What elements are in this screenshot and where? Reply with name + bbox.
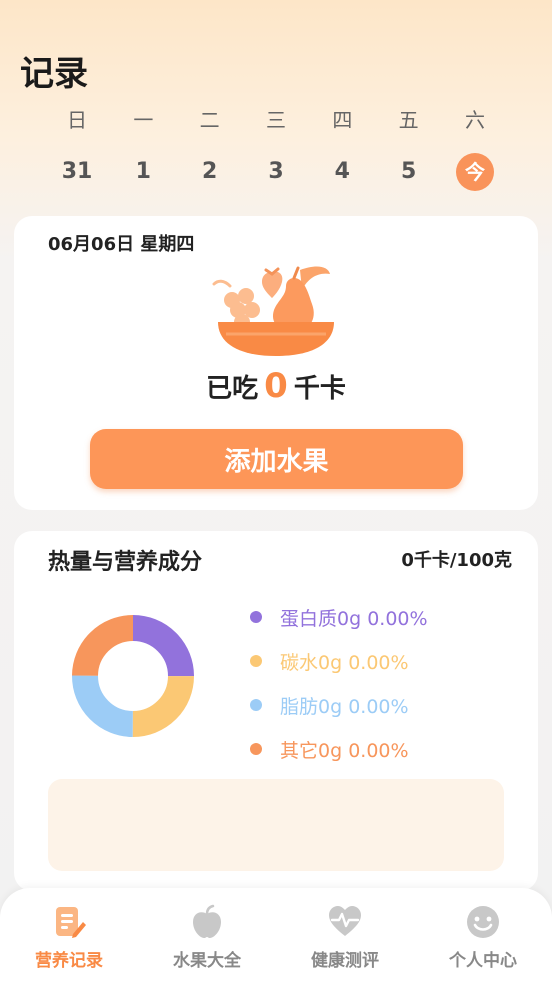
bottom-tab-bar: 营养记录 水果大全 健康测评 个人中心: [0, 888, 552, 983]
legend-label: 脂肪0g 0.00%: [280, 695, 409, 718]
tab-personal-center[interactable]: 个人中心: [414, 888, 552, 983]
eaten-value: 0: [264, 366, 288, 406]
legend-item-protein: 蛋白质0g 0.00%: [250, 595, 428, 639]
legend-item-other: 其它0g 0.00%: [250, 727, 428, 771]
tab-nutrition-record[interactable]: 营养记录: [0, 888, 138, 983]
nutrition-card: 热量与营养成分 0千卡/100克 蛋白质0g 0.00% 碳水0g 0.00% …: [14, 531, 538, 891]
daily-summary-card: 06月06日 星期四 已吃 0 千卡 添加水果: [14, 216, 538, 510]
add-fruit-button[interactable]: 添加水果: [90, 429, 463, 489]
calories-eaten: 已吃 0 千卡: [14, 366, 538, 406]
weekday-label: 四: [332, 108, 353, 132]
tab-label: 个人中心: [449, 951, 517, 971]
weekday-label: 五: [398, 108, 419, 132]
legend-dot: [250, 611, 262, 623]
tab-label: 水果大全: [173, 951, 241, 971]
nutrition-legend: 蛋白质0g 0.00% 碳水0g 0.00% 脂肪0g 0.00% 其它0g 0…: [250, 595, 428, 771]
weekday-label: 一: [133, 108, 154, 132]
legend-item-carbs: 碳水0g 0.00%: [250, 639, 428, 683]
legend-item-fat: 脂肪0g 0.00%: [250, 683, 428, 727]
page-title: 记录: [20, 54, 88, 94]
nutrition-total: 0千卡/100克: [401, 550, 512, 571]
legend-label: 碳水0g 0.00%: [280, 651, 409, 674]
selected-date: 06月06日 星期四: [48, 234, 195, 255]
nutrition-detail-panel: [48, 779, 504, 871]
weekday-label: 二: [199, 108, 220, 132]
apple-icon: [193, 904, 221, 938]
weekday-header: 日 一 二 三 四 五 六: [44, 104, 508, 133]
tab-label: 健康测评: [311, 951, 379, 971]
heart-pulse-icon: [329, 906, 361, 936]
tab-label: 营养记录: [35, 951, 103, 971]
calendar-day[interactable]: 3: [243, 152, 309, 192]
weekday-label: 三: [265, 108, 286, 132]
legend-dot: [250, 655, 262, 667]
tab-fruit-catalog[interactable]: 水果大全: [138, 888, 276, 983]
tab-health-assessment[interactable]: 健康测评: [276, 888, 414, 983]
nutrition-title: 热量与营养成分: [48, 550, 203, 575]
legend-label: 其它0g 0.00%: [280, 739, 409, 762]
legend-label: 蛋白质0g 0.00%: [280, 607, 428, 630]
calendar-day-today[interactable]: 今: [455, 153, 494, 191]
nutrition-donut-chart: [72, 615, 194, 737]
week-days: 31 1 2 3 4 5 今: [44, 152, 508, 192]
calendar-day[interactable]: 5: [376, 152, 442, 192]
calendar-day[interactable]: 4: [309, 152, 375, 192]
weekday-label: 六: [464, 108, 485, 132]
fruit-basket-icon: [212, 266, 334, 356]
legend-dot: [250, 743, 262, 755]
calendar-day[interactable]: 1: [110, 152, 176, 192]
calendar-day[interactable]: 2: [177, 152, 243, 192]
smile-face-icon: [467, 906, 499, 938]
eaten-unit: 千卡: [293, 374, 346, 404]
note-edit-icon: [56, 907, 86, 938]
eaten-label: 已吃: [206, 374, 259, 404]
calendar-day[interactable]: 31: [44, 152, 110, 192]
weekday-label: 日: [67, 108, 87, 132]
legend-dot: [250, 699, 262, 711]
